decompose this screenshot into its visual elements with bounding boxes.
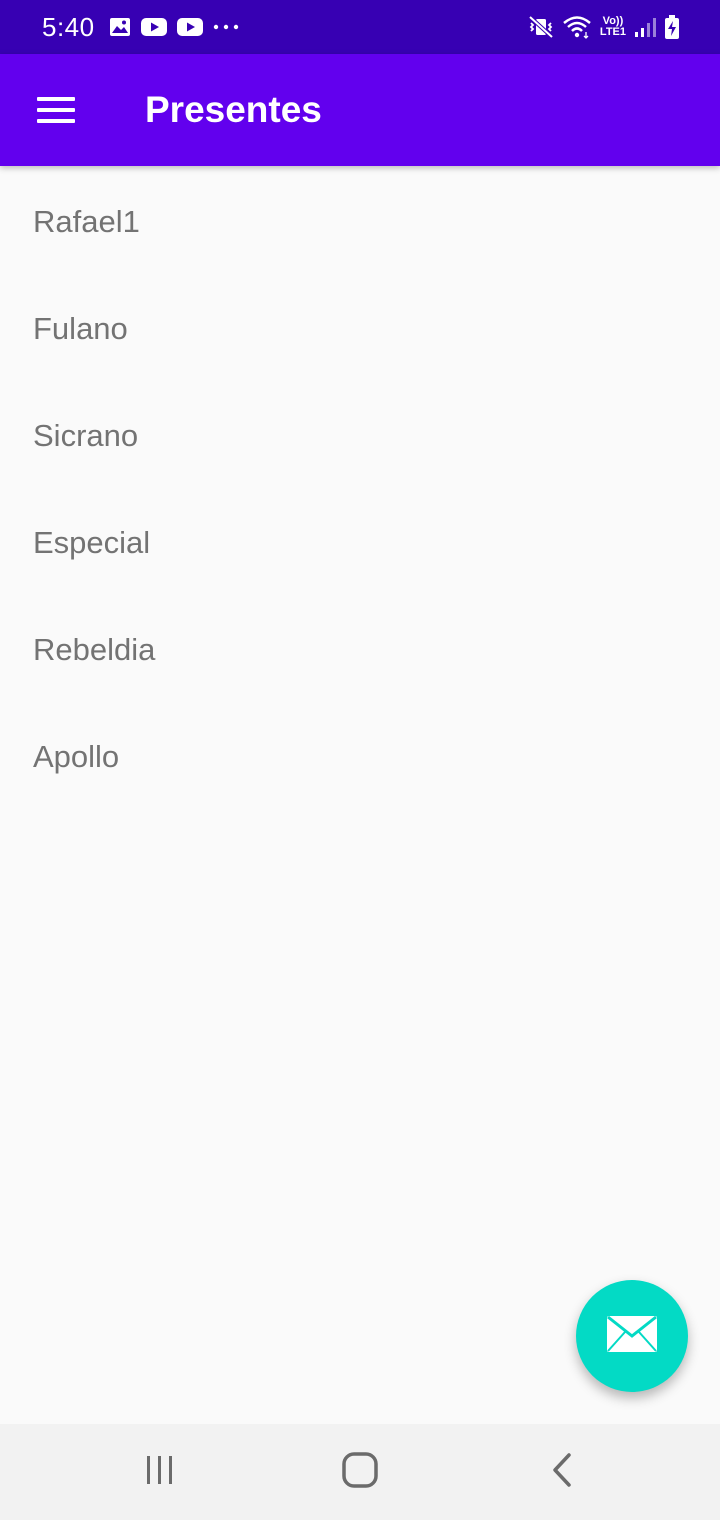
youtube-icon xyxy=(140,17,167,37)
home-button[interactable] xyxy=(330,1446,390,1498)
app-bar: Presentes xyxy=(0,54,720,166)
list-item[interactable]: Rebeldia xyxy=(0,596,720,703)
back-button[interactable] xyxy=(532,1446,592,1498)
list-item[interactable]: Rafael1 xyxy=(0,168,720,275)
app-screen: 5:40 Vo)) LTE1 Presentes Rafael1 Fulano … xyxy=(0,0,720,1520)
vibrate-mute-icon xyxy=(528,15,554,39)
back-icon xyxy=(550,1452,574,1493)
wifi-icon xyxy=(562,15,592,39)
hamburger-menu-icon xyxy=(37,97,75,123)
status-time: 5:40 xyxy=(42,11,95,42)
list-item[interactable]: Apollo xyxy=(0,703,720,810)
signal-icon xyxy=(634,16,656,38)
battery-charging-icon xyxy=(664,15,680,39)
recent-apps-icon xyxy=(144,1455,176,1490)
list-item[interactable]: Fulano xyxy=(0,275,720,382)
status-bar-left: 5:40 xyxy=(42,12,249,43)
status-bar-right: Vo)) LTE1 xyxy=(520,15,680,39)
menu-button[interactable] xyxy=(24,82,88,138)
email-icon xyxy=(606,1315,658,1358)
names-list: Rafael1 Fulano Sicrano Especial Rebeldia… xyxy=(0,166,720,808)
more-notifications-icon xyxy=(213,23,239,31)
status-bar: 5:40 Vo)) LTE1 xyxy=(0,0,720,54)
home-icon xyxy=(341,1451,379,1494)
list-item[interactable]: Especial xyxy=(0,489,720,596)
gallery-icon xyxy=(109,17,131,37)
recent-apps-button[interactable] xyxy=(130,1446,190,1498)
email-fab-button[interactable] xyxy=(576,1280,688,1392)
youtube-icon xyxy=(176,17,203,37)
system-nav-bar xyxy=(0,1424,720,1520)
volte-icon: Vo)) LTE1 xyxy=(600,16,626,38)
volte-label-bottom: LTE1 xyxy=(599,26,626,38)
page-title: Presentes xyxy=(145,89,322,130)
list-item[interactable]: Sicrano xyxy=(0,382,720,489)
